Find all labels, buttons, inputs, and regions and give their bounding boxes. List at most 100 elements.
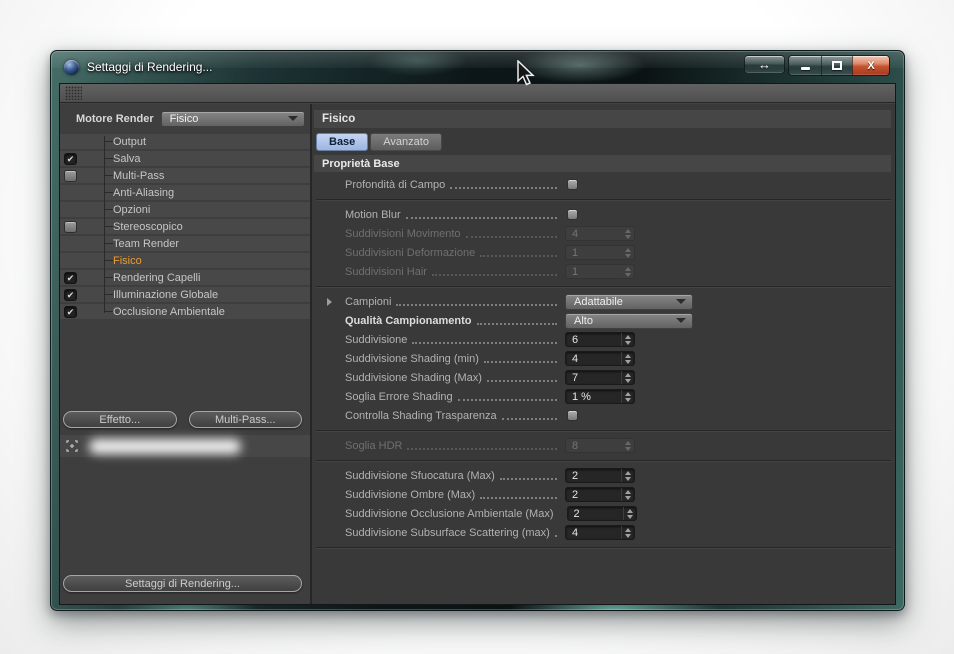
- param-dropdown[interactable]: Alto: [565, 312, 693, 329]
- checkbox-unchecked[interactable]: [64, 169, 77, 182]
- spinner-arrows[interactable]: [621, 352, 634, 365]
- spinner-value: 4: [572, 227, 579, 240]
- param-row-suddivisione: Suddivisione 6: [312, 330, 895, 349]
- titlebar[interactable]: Settaggi di Rendering... ↔ X: [51, 51, 904, 83]
- spinner-arrows[interactable]: [622, 507, 636, 520]
- spinner-arrows[interactable]: [621, 390, 634, 403]
- render-setting-icon: [66, 440, 78, 452]
- sidebar-item-stereoscopico[interactable]: Stereoscopico: [60, 219, 310, 234]
- spinner-arrows[interactable]: [621, 371, 634, 384]
- sidebar-item-anti-aliasing[interactable]: Anti-Aliasing: [60, 185, 310, 200]
- param-spinner[interactable]: 2: [565, 487, 635, 502]
- spinner-arrows[interactable]: [621, 469, 634, 482]
- sidebar-item-occlusione-ambientale[interactable]: ✔ Occlusione Ambientale: [60, 304, 310, 319]
- spinner-up-icon[interactable]: [625, 247, 631, 252]
- group-separator: [312, 281, 895, 292]
- param-label: Suddivisione Shading (Max): [345, 371, 482, 384]
- spinner-down-icon[interactable]: [625, 234, 631, 239]
- checkbox-unchecked[interactable]: [64, 220, 77, 233]
- resize-horizontal-button[interactable]: ↔: [744, 55, 785, 74]
- render-preset-row[interactable]: [60, 435, 310, 457]
- spinner-up-icon[interactable]: [625, 334, 631, 339]
- param-label: Profondità di Campo: [345, 178, 446, 191]
- spinner-down-icon[interactable]: [625, 446, 631, 451]
- spinner-down-icon[interactable]: [625, 533, 631, 538]
- sidebar-item-illuminazione-globale[interactable]: ✔ Illuminazione Globale: [60, 287, 310, 302]
- spinner-up-icon[interactable]: [626, 508, 633, 513]
- param-spinner[interactable]: 6: [565, 332, 635, 347]
- effect-button[interactable]: Effetto...: [63, 411, 177, 428]
- multipass-button[interactable]: Multi-Pass...: [188, 411, 302, 428]
- minimize-button[interactable]: [789, 56, 821, 75]
- checkbox-checked[interactable]: ✔: [64, 288, 77, 301]
- param-dropdown[interactable]: Adattabile: [565, 293, 693, 310]
- param-checkbox[interactable]: [567, 209, 578, 220]
- spinner-arrows[interactable]: [621, 488, 634, 501]
- spinner-down-icon[interactable]: [626, 514, 633, 519]
- spinner-arrows[interactable]: [621, 246, 634, 259]
- spinner-down-icon[interactable]: [625, 272, 631, 277]
- spinner-up-icon[interactable]: [625, 489, 631, 494]
- param-spinner[interactable]: 2: [565, 468, 635, 483]
- param-spinner[interactable]: 2: [566, 506, 637, 521]
- param-spinner[interactable]: 7: [565, 370, 635, 385]
- param-checkbox[interactable]: [567, 410, 578, 421]
- sidebar-item-fisico[interactable]: Fisico: [60, 253, 310, 268]
- sidebar-item-team-render[interactable]: Team Render: [60, 236, 310, 251]
- spinner-arrows[interactable]: [621, 265, 634, 278]
- tree-tick: [104, 141, 113, 142]
- sidebar-item-multi-pass[interactable]: Multi-Pass: [60, 168, 310, 183]
- param-spinner[interactable]: 1 %: [565, 389, 635, 404]
- param-spinner[interactable]: 1: [565, 264, 635, 279]
- drag-grip-icon[interactable]: [65, 86, 82, 100]
- param-spinner[interactable]: 1: [565, 245, 635, 260]
- sidebar-item-rendering-capelli[interactable]: ✔ Rendering Capelli: [60, 270, 310, 285]
- param-label: Suddivisione Ombre (Max): [345, 488, 476, 501]
- spinner-value: 8: [572, 439, 579, 452]
- spinner-up-icon[interactable]: [625, 353, 631, 358]
- spinner-up-icon[interactable]: [625, 527, 631, 532]
- param-control: 1: [565, 245, 895, 260]
- dotted-leader: [412, 331, 557, 344]
- tab-base[interactable]: Base: [316, 133, 369, 151]
- spinner-up-icon[interactable]: [625, 266, 631, 271]
- spinner-down-icon[interactable]: [625, 397, 631, 402]
- spinner-down-icon[interactable]: [625, 359, 631, 364]
- close-button[interactable]: X: [852, 56, 889, 75]
- spinner-down-icon[interactable]: [625, 253, 631, 258]
- checkbox-checked[interactable]: ✔: [64, 271, 77, 284]
- render-engine-dropdown[interactable]: Fisico: [160, 110, 305, 127]
- param-spinner[interactable]: 4: [565, 525, 635, 540]
- param-checkbox[interactable]: [567, 179, 578, 190]
- param-spinner[interactable]: 8: [565, 438, 635, 453]
- panel-title: Fisico: [314, 110, 891, 128]
- sidebar-item-salva[interactable]: ✔ Salva: [60, 151, 310, 166]
- maximize-button[interactable]: [821, 56, 852, 75]
- spinner-arrows[interactable]: [621, 227, 634, 240]
- param-spinner[interactable]: 4: [565, 226, 635, 241]
- sidebar-item-output[interactable]: Output: [60, 134, 310, 149]
- spinner-up-icon[interactable]: [625, 228, 631, 233]
- spinner-down-icon[interactable]: [625, 340, 631, 345]
- tree-check-cell: ✔: [60, 271, 84, 284]
- client-area: Motore Render Fisico Output ✔ Salva Mult…: [59, 83, 896, 605]
- checkbox-checked[interactable]: ✔: [64, 152, 77, 165]
- param-spinner[interactable]: 4: [565, 351, 635, 366]
- spinner-arrows[interactable]: [621, 333, 634, 346]
- spinner-arrows[interactable]: [621, 526, 634, 539]
- spinner-down-icon[interactable]: [625, 495, 631, 500]
- checkbox-checked[interactable]: ✔: [64, 305, 77, 318]
- tab-avanzato[interactable]: Avanzato: [370, 133, 442, 151]
- spinner-down-icon[interactable]: [625, 476, 631, 481]
- spinner-arrows[interactable]: [621, 439, 634, 452]
- sidebar-item-opzioni[interactable]: Opzioni: [60, 202, 310, 217]
- redacted-preset-name: [89, 438, 241, 454]
- render-settings-button[interactable]: Settaggi di Rendering...: [63, 575, 302, 592]
- spinner-up-icon[interactable]: [625, 440, 631, 445]
- spinner-up-icon[interactable]: [625, 470, 631, 475]
- expand-arrow-icon[interactable]: [327, 297, 345, 306]
- spinner-up-icon[interactable]: [625, 372, 631, 377]
- spinner-up-icon[interactable]: [625, 391, 631, 396]
- cinema4d-app-icon: [64, 59, 79, 75]
- spinner-down-icon[interactable]: [625, 378, 631, 383]
